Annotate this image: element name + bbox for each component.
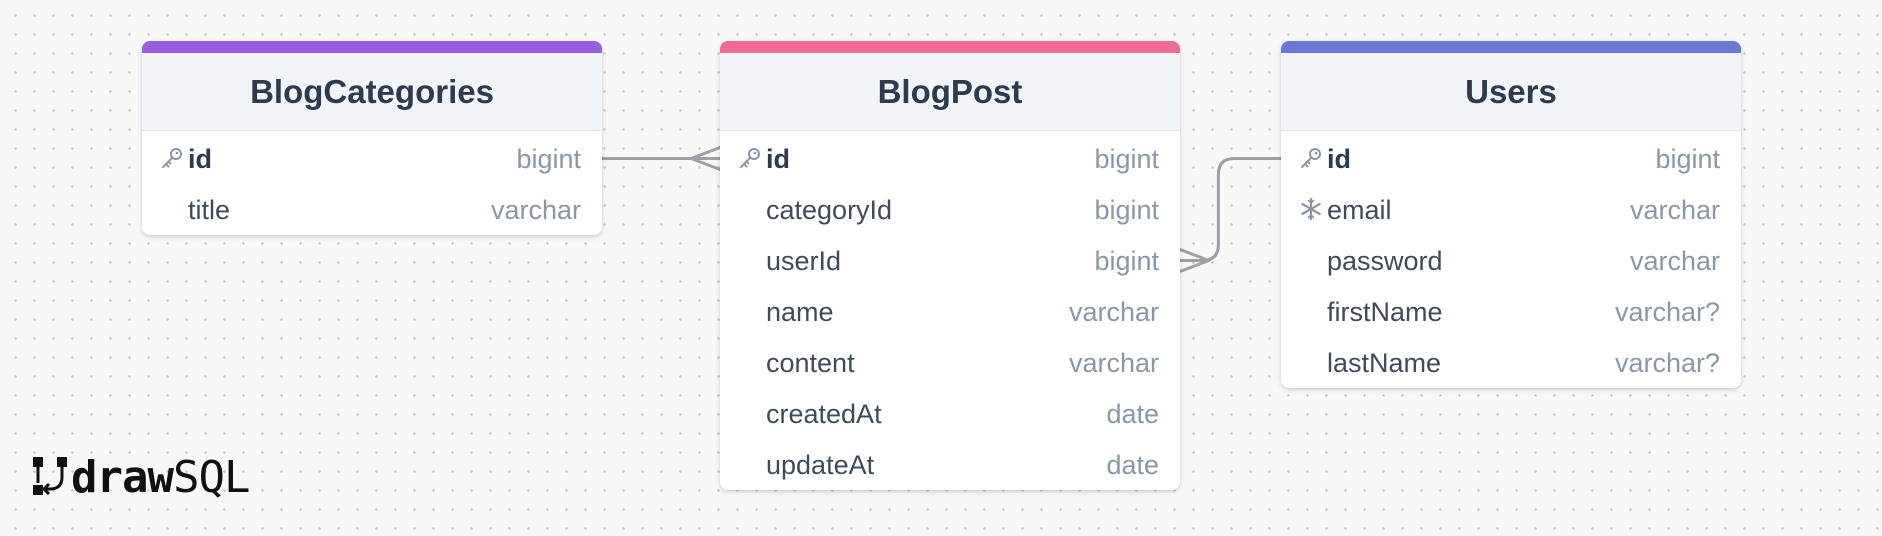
field-row-id[interactable]: id bigint [142,133,602,184]
field-type: varchar [490,195,581,225]
field-name: id [188,144,212,174]
field-list: id bigint title varchar [142,131,602,235]
crows-foot-1 [1178,248,1211,273]
field-row-lastname[interactable]: lastName varchar? [1281,337,1741,388]
field-row-categoryid[interactable]: categoryId bigint [720,184,1180,235]
field-row-password[interactable]: password varchar [1281,235,1741,286]
field-name: email [1327,195,1392,225]
field-row-updateat[interactable]: updateAt date [720,439,1180,490]
field-list: id bigint email varchar password varchar first… [1281,131,1741,388]
drawsql-logo: draw SQL [31,451,250,503]
field-type: bigint [1094,144,1159,174]
field-type: date [1106,399,1159,429]
field-type: varchar [1629,195,1720,225]
key-icon [1299,146,1323,170]
field-type: varchar? [1614,297,1720,327]
field-name: name [766,297,834,327]
field-type: bigint [516,144,581,174]
field-type: date [1106,450,1159,480]
table-title: BlogPost [720,53,1180,131]
field-row-id[interactable]: id bigint [1281,133,1741,184]
field-row-title[interactable]: title varchar [142,184,602,235]
logo-text-draw: draw [71,451,174,503]
field-name: title [188,195,231,225]
field-type: varchar [1629,246,1720,276]
field-row-userid[interactable]: userId bigint [720,235,1180,286]
field-name: userId [766,246,842,276]
field-row-content[interactable]: content varchar [720,337,1180,388]
field-type: varchar [1068,348,1159,378]
field-name: updateAt [766,450,875,480]
drawsql-logo-icon [33,457,67,496]
logo-text-sql: SQL [172,451,250,503]
unique-index-icon [1299,197,1323,221]
field-row-email[interactable]: email varchar [1281,184,1741,235]
field-name: categoryId [766,195,893,225]
field-row-name[interactable]: name varchar [720,286,1180,337]
field-type: bigint [1655,144,1720,174]
field-name: id [1327,144,1351,174]
field-row-id[interactable]: id bigint [720,133,1180,184]
key-icon [738,146,762,170]
field-name: firstName [1327,297,1443,327]
relationship-line-1 [1178,157,1283,262]
diagram-canvas[interactable]: BlogCategories id bigint title varchar Blog… [0,0,1882,536]
field-name: lastName [1327,348,1442,378]
field-name: id [766,144,790,174]
table-users[interactable]: Users id bigint email varchar password varcha… [1281,41,1741,388]
field-type: bigint [1094,246,1159,276]
field-name: createdAt [766,399,882,429]
field-row-firstname[interactable]: firstName varchar? [1281,286,1741,337]
key-icon [160,146,184,170]
field-type: bigint [1094,195,1159,225]
field-type: varchar? [1614,348,1720,378]
table-title: BlogCategories [142,53,602,131]
field-name: password [1327,246,1443,276]
field-list: id bigint categoryId bigint userId bigint name… [720,131,1180,490]
crows-foot-0 [689,146,722,171]
field-row-createdat[interactable]: createdAt date [720,388,1180,439]
field-name: content [766,348,855,378]
table-blogcategories[interactable]: BlogCategories id bigint title varchar [142,41,602,235]
field-type: varchar [1068,297,1159,327]
table-blogpost[interactable]: BlogPost id bigint categoryId bigint userId b… [720,41,1180,490]
table-title: Users [1281,53,1741,131]
